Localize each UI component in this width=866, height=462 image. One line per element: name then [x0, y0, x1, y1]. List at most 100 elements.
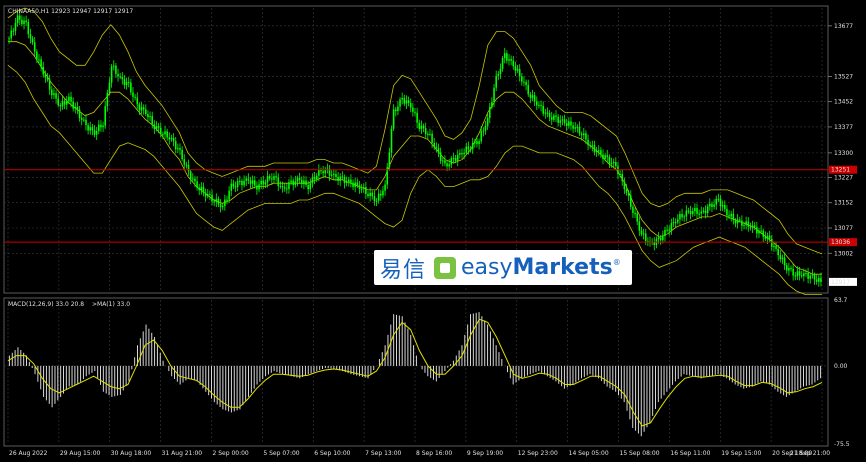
candle-body	[181, 149, 183, 160]
candle-body	[164, 131, 166, 135]
candle-body	[694, 208, 696, 212]
candle-body	[452, 158, 455, 160]
candle-body	[674, 222, 677, 224]
candle-body	[550, 117, 553, 120]
candle-body	[642, 233, 645, 235]
candle-body	[239, 180, 241, 182]
candle-body	[533, 95, 536, 102]
time-tick-label: 8 Sep 16:00	[416, 450, 452, 457]
candle-body	[542, 105, 544, 114]
candle-body	[798, 271, 801, 276]
candle-body	[85, 119, 87, 126]
candle-body	[503, 53, 506, 59]
candle-body	[217, 198, 220, 205]
candle-body	[232, 183, 235, 187]
candle-body	[638, 221, 641, 231]
candle-body	[794, 275, 797, 277]
candle-body	[127, 81, 130, 83]
candle-body	[595, 151, 598, 153]
candle-body	[31, 38, 34, 43]
candle-body	[548, 112, 551, 118]
candle-body	[809, 275, 812, 279]
candle-body	[657, 237, 660, 239]
easymarkets-logo: 易信 easy Markets ®	[374, 250, 632, 285]
price-tick-label: 13377	[834, 124, 853, 131]
candle-body	[288, 182, 290, 190]
candle-body	[790, 267, 792, 269]
candle-body	[499, 68, 502, 74]
candle-body	[758, 230, 760, 234]
time-tick-label: 31 Aug 21:00	[162, 450, 203, 457]
candle-body	[621, 173, 624, 182]
candle-body	[33, 42, 36, 52]
candle-body	[8, 38, 10, 40]
candle-body	[559, 120, 562, 123]
candle-body	[709, 203, 711, 207]
candle-body	[580, 133, 583, 136]
candle-body	[271, 178, 273, 180]
price-tick-label: 13452	[834, 99, 853, 106]
candle-body	[546, 112, 549, 114]
candle-body	[68, 96, 70, 102]
candle-body	[606, 155, 609, 157]
candle-body	[309, 183, 312, 190]
candle-body	[591, 145, 594, 147]
candle-body	[46, 77, 49, 80]
candle-body	[683, 216, 685, 218]
macd-pane-frame	[3, 297, 829, 447]
candle-body	[123, 79, 126, 86]
candle-body	[140, 107, 143, 111]
candle-body	[102, 125, 104, 128]
candle-body	[495, 75, 497, 88]
candle-body	[104, 106, 107, 126]
candle-body	[112, 65, 115, 67]
candle-body	[409, 103, 412, 108]
candle-body	[10, 30, 13, 39]
candle-body	[16, 15, 19, 24]
candle-body	[803, 273, 805, 277]
time-tick-label: 12 Sep 23:00	[518, 450, 558, 457]
candle-body	[756, 227, 758, 234]
candle-body	[93, 130, 96, 135]
chart-window[interactable]: 13251 13036 12917 13677 13527 13452 13377 1330…	[0, 0, 866, 462]
candle-body	[397, 106, 399, 112]
candle-body	[347, 179, 350, 182]
candle-body	[63, 101, 66, 105]
candle-body	[236, 181, 239, 188]
candle-body	[241, 180, 243, 186]
logo-easy-text: easy	[461, 255, 513, 280]
candle-body	[723, 204, 726, 209]
candle-body	[632, 206, 634, 213]
candle-body	[619, 173, 621, 175]
candle-body	[65, 101, 68, 105]
candle-body	[228, 190, 230, 200]
price-chart-svg[interactable]: 13251 13036 12917 13677 13527 13452 13377 1330…	[0, 0, 866, 462]
candle-body	[448, 164, 450, 167]
candle-body	[134, 96, 136, 98]
candle-body	[377, 193, 380, 201]
candle-body	[279, 185, 282, 187]
candle-body	[644, 233, 647, 242]
candle-body	[362, 187, 365, 189]
candle-body	[151, 116, 154, 125]
candle-body	[717, 198, 720, 200]
candle-body	[149, 116, 151, 118]
time-tick-label: 6 Sep 10:00	[314, 450, 350, 457]
time-tick-label: 7 Sep 13:00	[365, 450, 401, 457]
candle-body	[273, 176, 275, 180]
candle-body	[459, 153, 461, 155]
candle-body	[14, 23, 17, 31]
candle-body	[781, 257, 784, 260]
candle-body	[437, 147, 440, 153]
candle-body	[687, 210, 690, 212]
candle-body	[535, 101, 538, 106]
candle-body	[187, 165, 190, 172]
candle-body	[612, 162, 615, 164]
candle-body	[563, 119, 566, 123]
candle-body	[61, 101, 64, 107]
candle-body	[501, 58, 504, 69]
candle-body	[749, 226, 752, 228]
candle-body	[414, 111, 416, 113]
price-tick-label: 13077	[834, 225, 853, 232]
candle-body	[44, 74, 47, 78]
